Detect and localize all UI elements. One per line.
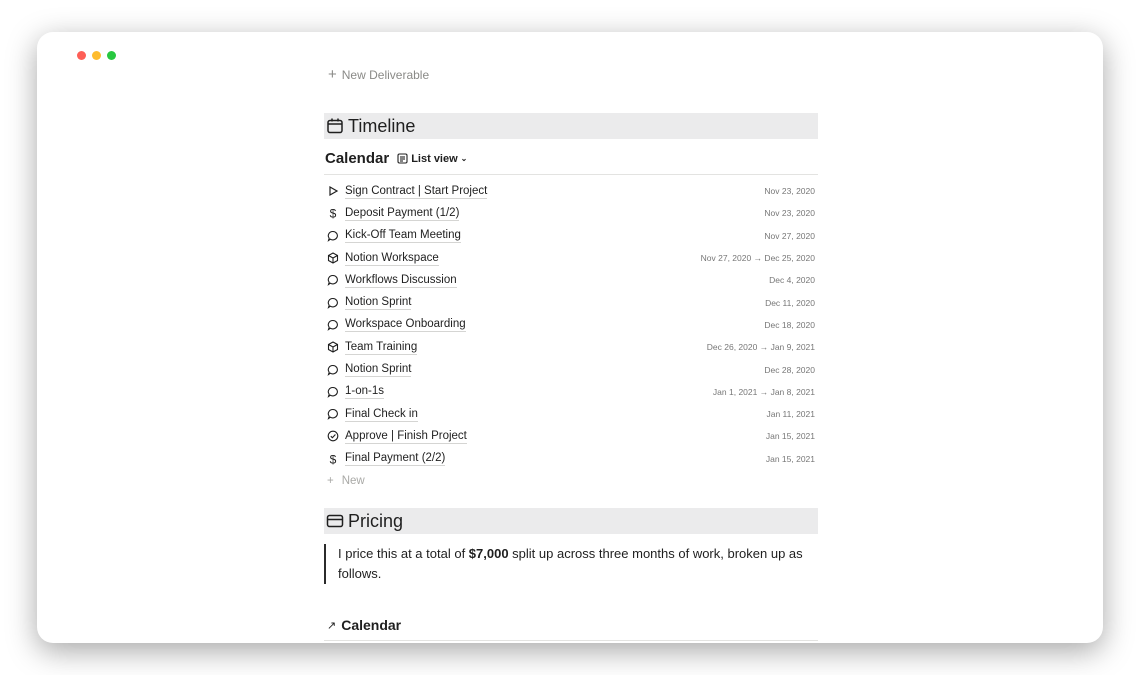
dollar-icon: $	[327, 453, 339, 465]
item-name[interactable]: Kick-Off Team Meeting	[345, 228, 461, 244]
play-icon	[327, 185, 339, 197]
item-name[interactable]: Notion Sprint	[345, 295, 412, 311]
svg-text:$: $	[330, 453, 337, 465]
item-date: Dec 18, 2020	[764, 319, 815, 330]
item-name[interactable]: 1-on-1s	[345, 384, 384, 400]
list-item[interactable]: Notion Workspace Nov 27, 2020 → Dec 25, 2…	[324, 247, 818, 269]
item-date: Dec 4, 2020	[769, 275, 815, 286]
maximize-button[interactable]	[107, 51, 116, 60]
calendar-title[interactable]: Calendar	[325, 150, 389, 167]
app-window: + New Deliverable Timeline Calendar List …	[37, 32, 1103, 643]
item-date: Nov 23, 2020	[764, 186, 815, 197]
item-date: Dec 11, 2020	[765, 297, 815, 308]
item-date: Jan 15, 2021	[765, 453, 815, 464]
item-name[interactable]: Team Training	[345, 340, 418, 355]
list-item[interactable]: Final Check in Jan 11, 2021	[324, 403, 818, 425]
divider	[324, 174, 818, 175]
list-item[interactable]: $ Deposit Payment (1/2) Nov 23, 2020	[324, 202, 818, 224]
item-name[interactable]: Deposit Payment (1/2)	[345, 206, 460, 221]
comment-icon	[327, 297, 339, 309]
item-name[interactable]: Workflows Discussion	[345, 273, 457, 288]
list-item[interactable]: Notion Sprint Dec 11, 2020	[324, 291, 818, 313]
comment-icon	[327, 364, 339, 376]
timeline-heading: Timeline	[324, 113, 818, 139]
dollar-icon: $	[327, 207, 339, 219]
list-item[interactable]: Notion Sprint Dec 28, 2020	[324, 358, 818, 380]
calendar-list: Sign Contract | Start Project Nov 23, 202…	[324, 180, 818, 492]
new-deliverable-button[interactable]: + New Deliverable	[328, 66, 429, 83]
list-item[interactable]: 1-on-1s Jan 1, 2021 → Jan 8, 2021	[324, 381, 818, 403]
window-controls	[77, 51, 116, 60]
item-date: Nov 23, 2020	[764, 208, 815, 219]
item-date: Nov 27, 2020	[764, 230, 815, 241]
item-name[interactable]: Final Check in	[345, 407, 418, 422]
item-name[interactable]: Sign Contract | Start Project	[345, 184, 488, 199]
list-item[interactable]: Kick-Off Team Meeting Nov 27, 2020	[324, 225, 818, 247]
calendar-view-header: Calendar List view ⌄	[325, 150, 467, 167]
calendar-icon	[327, 118, 343, 134]
credit-card-icon	[326, 514, 344, 528]
item-name[interactable]: Approve | Finish Project	[345, 429, 467, 444]
list-item[interactable]: Approve | Finish Project Jan 15, 2021	[324, 425, 818, 447]
cube-icon	[327, 341, 339, 353]
item-date: Jan 15, 2021	[765, 431, 815, 442]
svg-text:$: $	[330, 207, 337, 219]
arrow-up-right-icon: ↗	[327, 619, 337, 632]
pricing-heading: Pricing	[324, 508, 818, 534]
divider	[324, 640, 818, 641]
plus-icon: +	[328, 66, 337, 83]
comment-icon	[327, 230, 339, 242]
comment-icon	[327, 319, 339, 331]
new-item-button[interactable]: + New	[324, 470, 818, 492]
item-name[interactable]: Final Payment (2/2)	[345, 451, 446, 467]
item-name[interactable]: Notion Sprint	[345, 362, 412, 378]
list-view-icon	[397, 153, 408, 164]
list-item[interactable]: Workspace Onboarding Dec 18, 2020	[324, 314, 818, 336]
chevron-down-icon: ⌄	[460, 154, 468, 163]
view-switcher[interactable]: List view ⌄	[397, 153, 467, 165]
comment-icon	[327, 386, 339, 398]
comment-icon	[327, 274, 339, 287]
item-date: Jan 1, 2021 → Jan 8, 2021	[712, 386, 815, 397]
minimize-button[interactable]	[92, 51, 101, 60]
close-button[interactable]	[77, 51, 86, 60]
list-item[interactable]: Workflows Discussion Dec 4, 2020	[324, 269, 818, 291]
comment-icon	[327, 408, 339, 420]
item-date: Dec 26, 2020 → Jan 9, 2021	[706, 342, 815, 353]
item-date: Dec 28, 2020	[764, 364, 815, 375]
cube-icon	[327, 252, 339, 264]
item-date: Jan 11, 2021	[766, 409, 815, 420]
list-item[interactable]: Sign Contract | Start Project Nov 23, 202…	[324, 180, 818, 202]
calendar-link[interactable]: ↗ Calendar	[327, 617, 401, 633]
item-name[interactable]: Notion Workspace	[345, 251, 439, 266]
pricing-quote: I price this at a total of $7,000 split …	[324, 544, 818, 584]
list-item[interactable]: Team Training Dec 26, 2020 → Jan 9, 2021	[324, 336, 818, 358]
check-circle-icon	[327, 430, 339, 442]
item-date: Nov 27, 2020 → Dec 25, 2020	[700, 253, 815, 264]
list-item[interactable]: $ Final Payment (2/2) Jan 15, 2021	[324, 448, 818, 470]
item-name[interactable]: Workspace Onboarding	[345, 317, 466, 333]
plus-icon: +	[327, 474, 334, 487]
